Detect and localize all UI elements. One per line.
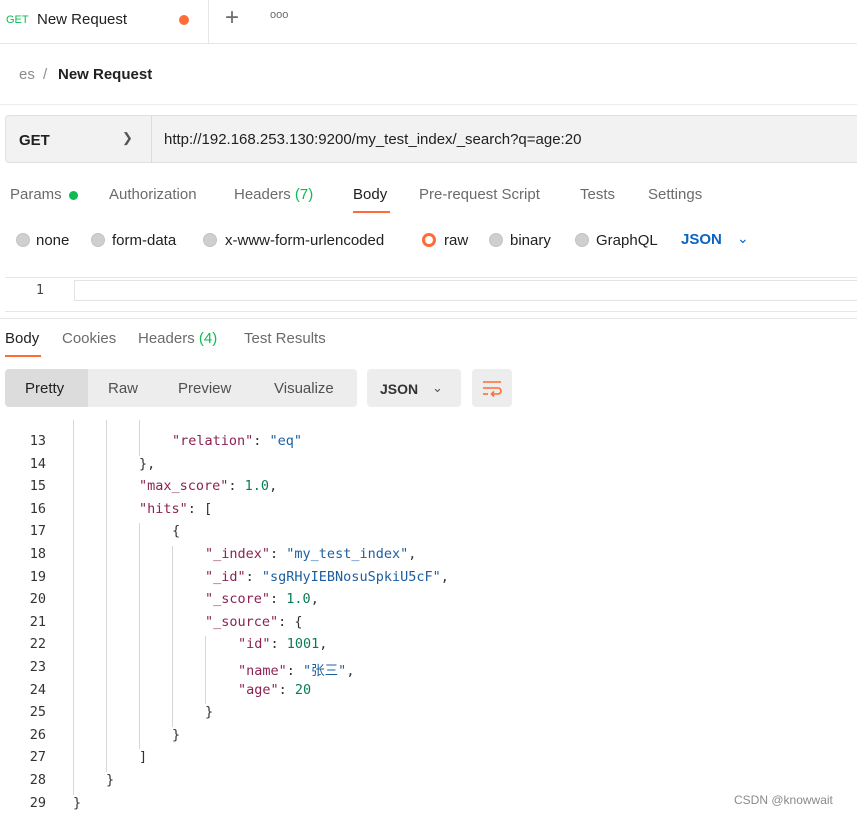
url-input[interactable]: http://192.168.253.130:9200/my_test_inde…: [164, 131, 581, 148]
new-tab-plus-icon[interactable]: +: [225, 6, 239, 30]
code-line: "hits": [: [139, 500, 213, 517]
params-active-dot-icon: [69, 191, 78, 200]
line-number: 27: [29, 749, 46, 766]
radio-urlencoded-label: x-www-form-urlencoded: [225, 232, 385, 249]
watermark: CSDN @knowwait: [734, 793, 833, 807]
code-line: }: [106, 772, 115, 788]
more-tabs-icon[interactable]: ooo: [270, 9, 288, 21]
code-line: }: [205, 704, 214, 721]
tab-params[interactable]: Params: [10, 186, 62, 203]
code-line: "_index": "my_test_index",: [205, 546, 417, 562]
tab-tests[interactable]: Tests: [580, 186, 615, 203]
code-line: "relation": "eq": [172, 433, 303, 449]
chevron-down-icon[interactable]: ⌄: [737, 230, 749, 247]
line-number: 22: [29, 636, 46, 653]
line-number: 14: [29, 455, 46, 472]
code-line: }: [73, 794, 82, 811]
radio-raw-label: raw: [444, 232, 469, 249]
indent-guide: [205, 636, 206, 705]
code-line: "name": "张三",: [238, 663, 355, 679]
tab-headers[interactable]: Headers (7): [234, 186, 313, 203]
wrap-lines-icon: [483, 381, 502, 398]
tab-body[interactable]: Body: [353, 186, 387, 203]
line-number: 19: [29, 568, 46, 585]
tab-pre-request-script[interactable]: Pre-request Script: [419, 186, 540, 203]
response-body-viewer[interactable]: 13 "relation": "eq" 14}, 15 "max_score": 1.0…: [0, 420, 857, 815]
line-number: 17: [29, 523, 46, 540]
radio-binary[interactable]: [489, 233, 503, 247]
line-number: 20: [29, 591, 46, 608]
line-number: 29: [29, 794, 46, 811]
code-line: "_id": "sgRHyIEBNosuSpkiU5cF",: [205, 568, 449, 585]
code-line: "age": 20: [238, 681, 312, 698]
code-line: {: [172, 523, 181, 540]
tab-headers-label: Headers: [234, 186, 291, 203]
line-number: 13: [29, 433, 46, 449]
code-line: "_score": 1.0,: [205, 591, 319, 608]
tab-title: New Request: [37, 11, 128, 28]
line-number: 21: [29, 613, 46, 630]
active-tab-underline: [5, 355, 41, 357]
wrap-lines-button[interactable]: [472, 369, 512, 407]
indent-guide: [139, 420, 140, 456]
radio-graphql-label: GraphQL: [596, 232, 658, 249]
unsaved-dot-icon[interactable]: [179, 15, 189, 25]
indent-guide: [106, 420, 107, 772]
code-line: "id": 1001,: [238, 636, 328, 653]
indent-guide: [73, 420, 74, 795]
line-number: 16: [29, 500, 46, 517]
radio-none-label: none: [36, 232, 70, 249]
line-number: 28: [29, 772, 46, 788]
request-body-input[interactable]: [74, 280, 857, 301]
response-tab-headers-count: (4): [198, 330, 218, 347]
code-line: },: [139, 455, 156, 472]
method-select[interactable]: GET ❯: [6, 116, 152, 162]
indent-guide: [172, 546, 173, 727]
code-line: }: [172, 726, 181, 743]
radio-form-data-label: form-data: [112, 232, 177, 249]
radio-x-www-form-urlencoded[interactable]: [203, 233, 217, 247]
indent-guide: [139, 523, 140, 750]
response-divider[interactable]: [0, 318, 857, 319]
header-divider: [0, 104, 857, 105]
radio-none[interactable]: [16, 233, 30, 247]
active-tab-underline: [353, 211, 390, 213]
view-raw-button[interactable]: Raw: [108, 380, 138, 397]
line-number: 1: [36, 283, 44, 298]
view-preview-button[interactable]: Preview: [178, 380, 231, 397]
code-line: "_source": {: [205, 613, 303, 630]
response-tab-headers[interactable]: Headers (4): [138, 330, 217, 347]
method-label: GET: [19, 132, 50, 149]
line-number: 24: [29, 681, 46, 698]
response-tab-body[interactable]: Body: [5, 330, 39, 347]
url-bar: GET ❯ http://192.168.253.130:9200/my_tes…: [5, 115, 857, 163]
line-number: 18: [29, 546, 46, 562]
tab-method-label: GET: [6, 14, 29, 26]
radio-binary-label: binary: [510, 232, 551, 249]
view-visualize-button[interactable]: Visualize: [274, 380, 334, 397]
view-pretty-label[interactable]: Pretty: [25, 380, 64, 397]
response-format-label: JSON: [380, 381, 419, 397]
radio-graphql[interactable]: [575, 233, 589, 247]
breadcrumb-separator: /: [43, 66, 48, 83]
code-line: ]: [139, 749, 148, 766]
code-line: "max_score": 1.0,: [139, 478, 278, 495]
body-language-select[interactable]: JSON: [681, 231, 722, 248]
line-number: 15: [29, 478, 46, 495]
line-number: 25: [29, 704, 46, 721]
line-number: 23: [29, 659, 46, 675]
response-tab-headers-label: Headers: [138, 330, 195, 347]
chevron-down-icon: ❯: [122, 130, 133, 145]
chevron-down-icon: ⌄: [432, 380, 443, 395]
response-tab-test-results[interactable]: Test Results: [244, 330, 326, 347]
radio-form-data[interactable]: [91, 233, 105, 247]
breadcrumb-collection[interactable]: es: [19, 66, 35, 83]
breadcrumb-request-title[interactable]: New Request: [58, 66, 152, 83]
line-number: 26: [29, 726, 46, 743]
tab-authorization[interactable]: Authorization: [109, 186, 197, 203]
tab-headers-count: (7): [294, 186, 314, 203]
response-tab-cookies[interactable]: Cookies: [62, 330, 116, 347]
radio-raw[interactable]: [422, 233, 436, 247]
tab-settings[interactable]: Settings: [648, 186, 702, 203]
